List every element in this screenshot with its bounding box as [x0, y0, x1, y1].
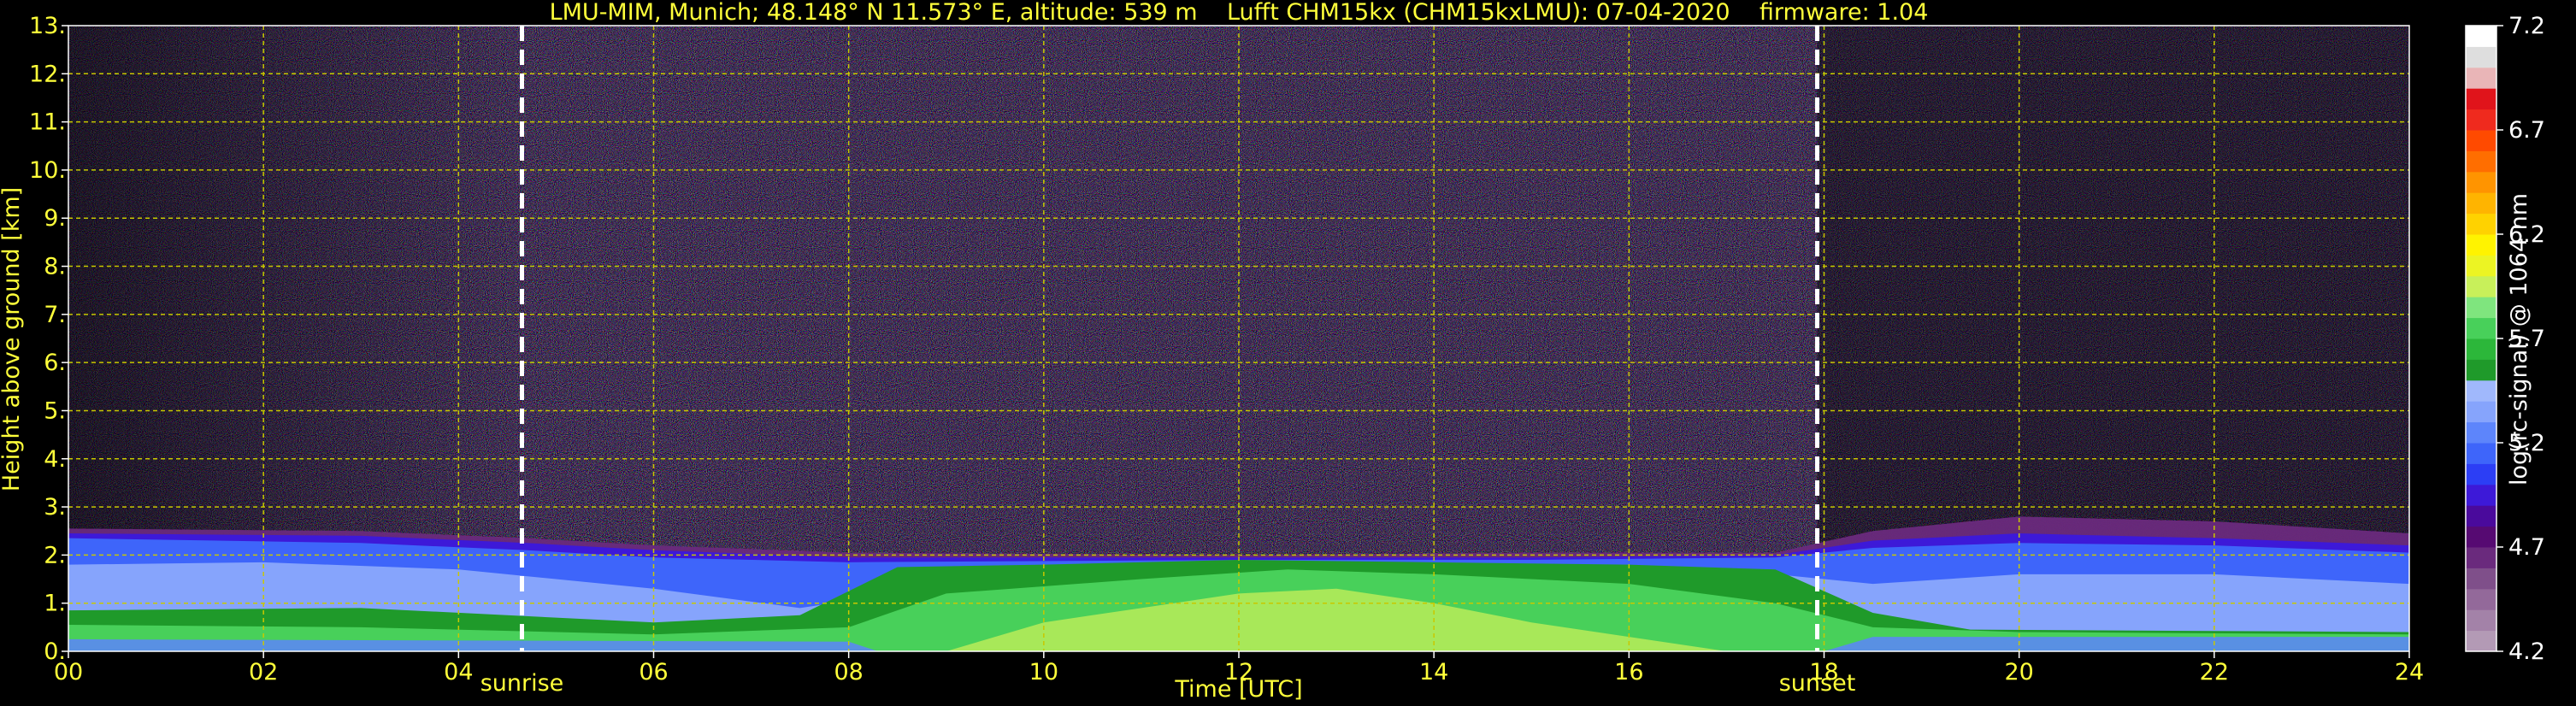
y-tick-label: 8.	[44, 254, 66, 280]
y-tick-label: 10.	[29, 157, 66, 184]
colorbar-segment	[2466, 67, 2496, 89]
colorbar-tick-label: 4.7	[2508, 534, 2545, 561]
colorbar-segment	[2466, 547, 2496, 568]
colorbar-segment	[2466, 401, 2496, 423]
colorbar-segment	[2466, 359, 2496, 381]
colorbar-tick-label: 4.2	[2508, 638, 2545, 665]
colorbar-segment	[2466, 630, 2496, 652]
x-tick-label: 20	[2004, 659, 2033, 685]
colorbar-segment	[2466, 255, 2496, 277]
plot-area	[68, 26, 2409, 651]
y-axis-label: Height above ground [km]	[0, 187, 25, 491]
colorbar-segment	[2466, 588, 2496, 610]
y-tick-label: 9.	[44, 205, 66, 232]
colorbar-segment	[2466, 505, 2496, 527]
sunrise-label: sunrise	[480, 670, 564, 697]
colorbar-segment	[2466, 26, 2496, 47]
colorbar-segment	[2466, 338, 2496, 360]
colorbar-segment	[2466, 484, 2496, 506]
y-tick-label: 1.	[44, 591, 66, 617]
colorbar-segment	[2466, 46, 2496, 68]
colorbar-tick-label: 6.7	[2508, 117, 2545, 144]
colorbar-segment	[2466, 171, 2496, 193]
x-tick-label: 14	[1419, 659, 1448, 685]
colorbar-segment	[2466, 297, 2496, 319]
x-tick-label: 08	[834, 659, 863, 685]
colorbar-segment	[2466, 463, 2496, 485]
sunset-label: sunset	[1779, 670, 1856, 697]
colorbar-label: log(rc-signal) @ 1064 nm	[2506, 193, 2532, 485]
y-tick-label: 6.	[44, 350, 66, 376]
x-tick-label: 22	[2200, 659, 2229, 685]
y-tick-label: 11.	[29, 109, 66, 136]
colorbar-tick-label: 7.2	[2508, 13, 2545, 39]
colorbar-segment	[2466, 568, 2496, 590]
y-tick-label: 3.	[44, 494, 66, 521]
colorbar-segment	[2466, 317, 2496, 339]
colorbar-segment	[2466, 150, 2496, 173]
x-tick-label: 16	[1614, 659, 1643, 685]
y-tick-label: 13.	[29, 13, 66, 39]
colorbar-segment	[2466, 609, 2496, 632]
ceilometer-chart: 00 02 04 06 08 10 12 14 16 18 20 22 240.1.2.3.4.5.6.…	[0, 0, 2545, 703]
colorbar-segment	[2466, 130, 2496, 151]
colorbar-segment	[2466, 443, 2496, 464]
colorbar-segment	[2466, 234, 2496, 256]
chart-title: LMU-MIM, Munich; 48.148° N 11.573° E, al…	[550, 0, 1929, 26]
x-tick-label: 06	[639, 659, 668, 685]
y-tick-label: 7.	[44, 302, 66, 328]
colorbar-segment	[2466, 88, 2496, 110]
colorbar-segment	[2466, 192, 2496, 215]
x-tick-label: 04	[444, 659, 473, 685]
y-tick-label: 2.	[44, 542, 66, 568]
colorbar-segment	[2466, 379, 2496, 402]
x-tick-label: 10	[1029, 659, 1058, 685]
colorbar-segment	[2466, 109, 2496, 131]
colorbar-segment	[2466, 275, 2496, 297]
y-tick-label: 12.	[29, 61, 66, 87]
x-tick-label: 24	[2395, 659, 2424, 685]
x-tick-label: 02	[249, 659, 278, 685]
y-tick-label: 4.	[44, 446, 66, 473]
y-tick-label: 5.	[44, 397, 66, 424]
x-axis-label: Time [UTC]	[1174, 676, 1302, 703]
y-tick-label: 0.	[44, 638, 66, 665]
colorbar-segment	[2466, 526, 2496, 548]
colorbar-segment	[2466, 213, 2496, 235]
colorbar-segment	[2466, 421, 2496, 444]
